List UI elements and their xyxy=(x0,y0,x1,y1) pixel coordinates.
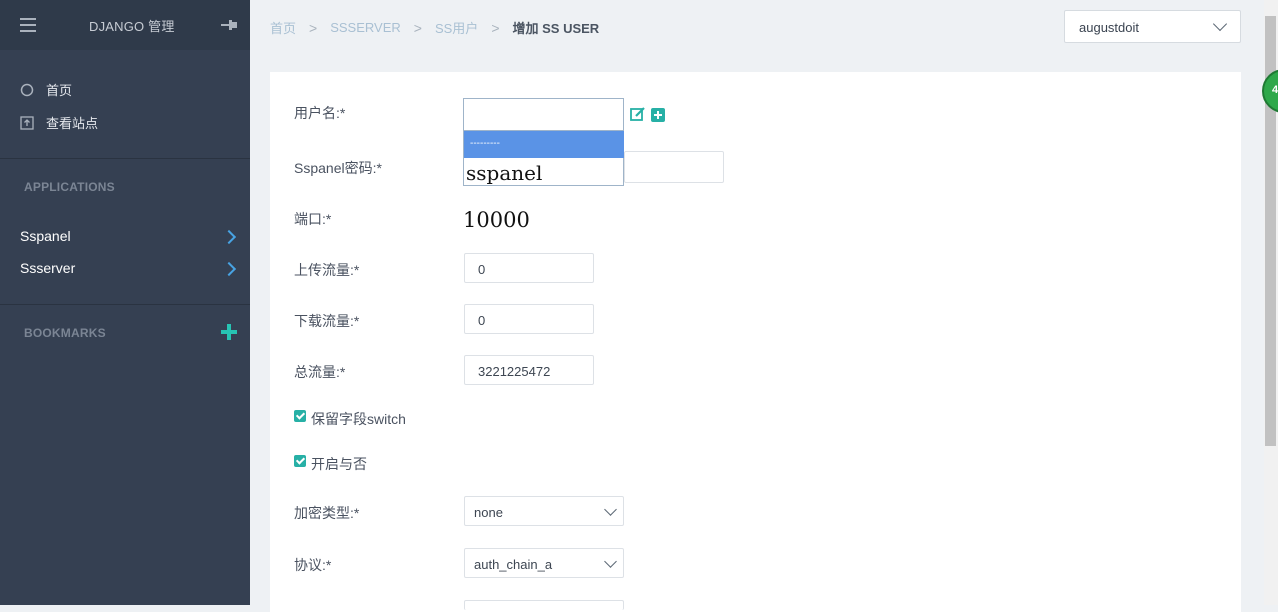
sidebar-app-ssserver[interactable]: Ssserver xyxy=(20,260,75,276)
total-input[interactable]: 3221225472 xyxy=(464,355,594,385)
sidebar-item-label: 首页 xyxy=(46,83,73,98)
breadcrumb-current: 增加 SS USER xyxy=(512,21,600,36)
sspanel-password-input[interactable] xyxy=(624,151,724,183)
breadcrumb-ssserver[interactable]: SSSERVER xyxy=(330,20,401,35)
sidebar-app-sspanel[interactable]: Sspanel xyxy=(20,228,71,244)
encryption-label: 加密类型:* xyxy=(294,505,360,521)
next-select-partial[interactable] xyxy=(464,600,624,610)
sidebar-item-view-site[interactable]: 查看站点 xyxy=(20,113,98,132)
home-circle-icon xyxy=(20,83,34,96)
total-label: 总流量:* xyxy=(294,364,346,380)
protocol-select[interactable]: auth_chain_a xyxy=(464,548,624,578)
chevron-down-icon xyxy=(604,503,617,516)
reserve-switch-label: 保留字段switch xyxy=(311,411,406,427)
form-panel xyxy=(270,72,1241,612)
add-bookmark-icon[interactable] xyxy=(221,324,237,340)
user-menu-select[interactable]: augustdoit xyxy=(1064,10,1241,43)
hamburger-menu-icon[interactable] xyxy=(20,18,36,32)
port-input[interactable]: 10000 xyxy=(463,208,530,232)
dropdown-option-empty[interactable]: --------- xyxy=(464,131,624,158)
protocol-label: 协议:* xyxy=(294,557,332,573)
chevron-down-icon xyxy=(1212,16,1228,32)
edit-icon[interactable] xyxy=(630,106,646,122)
breadcrumb-home[interactable]: 首页 xyxy=(270,18,296,37)
download-input[interactable]: 0 xyxy=(464,304,594,334)
chevron-right-icon[interactable] xyxy=(221,229,237,245)
breadcrumb-ss-users[interactable]: SS用户 xyxy=(435,18,478,37)
add-related-icon[interactable] xyxy=(651,108,665,122)
reserve-switch-checkbox[interactable] xyxy=(294,410,306,422)
breadcrumb-separator: > xyxy=(309,19,318,36)
breadcrumb: 首页 > SSSERVER > SS用户 > 增加 SS USER xyxy=(270,18,599,37)
pin-icon[interactable] xyxy=(220,18,238,32)
dropdown-option-sspanel[interactable]: sspanel xyxy=(466,161,542,185)
username-label: augustdoit xyxy=(1079,20,1139,35)
upload-label: 上传流量:* xyxy=(294,262,360,278)
upload-input[interactable]: 0 xyxy=(464,253,594,283)
sidebar-item-label: 查看站点 xyxy=(46,116,99,131)
sidebar-item-home[interactable]: 首页 xyxy=(20,80,72,99)
sidebar: DJANGO 管理 首页 查看站点 APPLICATIONS Sspanel S… xyxy=(0,0,250,605)
username-dropdown-list: --------- sspanel xyxy=(463,131,624,186)
sidebar-header: DJANGO 管理 xyxy=(0,0,250,50)
username-label: 用户名:* xyxy=(294,105,346,121)
site-title: DJANGO 管理 xyxy=(89,19,175,34)
bookmarks-heading: BOOKMARKS xyxy=(24,326,106,340)
breadcrumb-separator: > xyxy=(413,19,422,36)
enabled-checkbox[interactable] xyxy=(294,455,306,467)
applications-heading: APPLICATIONS xyxy=(24,180,115,194)
encryption-select[interactable]: none xyxy=(464,496,624,526)
port-label: 端口:* xyxy=(294,211,332,227)
chevron-down-icon xyxy=(604,555,617,568)
enabled-label: 开启与否 xyxy=(311,456,367,472)
sidebar-divider xyxy=(0,304,250,305)
sspanel-password-label: Sspanel密码:* xyxy=(294,160,382,176)
chevron-right-icon[interactable] xyxy=(221,261,237,277)
username-select[interactable] xyxy=(463,98,624,131)
sidebar-divider xyxy=(0,158,250,159)
view-site-icon xyxy=(20,115,34,130)
breadcrumb-separator: > xyxy=(491,19,500,36)
download-label: 下载流量:* xyxy=(294,313,360,329)
